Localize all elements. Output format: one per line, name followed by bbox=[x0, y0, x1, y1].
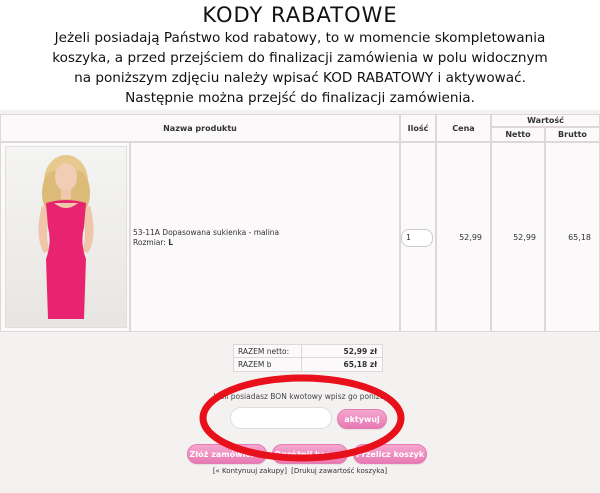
model-in-pink-dress-image bbox=[38, 155, 94, 319]
totals-row-net: RAZEM netto: 52,99 zł bbox=[233, 344, 383, 358]
page-title: KODY RABATOWE bbox=[202, 3, 398, 27]
totals-gross-value: 65,18 zł bbox=[343, 360, 377, 369]
cart-panel: Nazwa produktu Ilość Cena Wartość Netto … bbox=[0, 110, 600, 493]
table-header-quantity: Ilość bbox=[400, 114, 436, 142]
place-order-button[interactable]: Złóż zamówienie bbox=[187, 444, 267, 464]
product-name-link[interactable]: 53-11A Dopasowana sukienka - malina bbox=[133, 228, 279, 238]
instruction-header: KODY RABATOWE Jeżeli posiadają Państwo k… bbox=[0, 0, 600, 110]
recalculate-cart-button[interactable]: Przelicz koszyk bbox=[353, 444, 427, 464]
instruction-line-2: koszyka, a przed przejściem do finalizac… bbox=[52, 50, 548, 66]
totals-row-gross: RAZEM b 65,18 zł bbox=[233, 358, 383, 372]
activate-voucher-button[interactable]: aktywuj bbox=[337, 409, 387, 429]
instruction-line-4: Następnie można przejść do finalizacji z… bbox=[125, 90, 475, 106]
table-header-product: Nazwa produktu bbox=[0, 114, 400, 142]
instruction-line-3: na poniższym zdjęciu należy wpisać KOD R… bbox=[74, 70, 526, 86]
product-photo[interactable] bbox=[5, 146, 127, 328]
net-cell: 52,99 bbox=[491, 142, 545, 332]
table-header-net: Netto bbox=[491, 127, 545, 142]
product-size: Rozmiar: L bbox=[133, 238, 174, 247]
voucher-label: Jeśli posiadasz BON kwotowy wpisz go pon… bbox=[213, 392, 387, 401]
totals-table: RAZEM netto: 52,99 zł RAZEM b 65,18 zł bbox=[233, 344, 383, 372]
totals-net-label: RAZEM netto: bbox=[234, 345, 302, 357]
table-header-price: Cena bbox=[436, 114, 491, 142]
voucher-code-input[interactable] bbox=[230, 407, 332, 429]
table-header-gross: Brutto bbox=[545, 127, 600, 142]
instruction-line-1: Jeżeli posiadają Państwo kod rabatowy, t… bbox=[54, 30, 546, 46]
price-cell: 52,99 bbox=[436, 142, 491, 332]
totals-net-value: 52,99 zł bbox=[343, 346, 377, 356]
product-info: 53-11A Dopasowana sukienka - malina Rozm… bbox=[133, 228, 279, 248]
gross-cell: 65,18 bbox=[545, 142, 600, 332]
continue-shopping-link[interactable]: [« Kontynuuj zakupy] bbox=[213, 467, 287, 475]
print-cart-link[interactable]: [Drukuj zawartość koszyka] bbox=[291, 467, 387, 475]
table-header-value: Wartość bbox=[491, 114, 600, 127]
quantity-input[interactable]: 1 bbox=[401, 229, 433, 247]
cart-links: [« Kontynuuj zakupy] [Drukuj zawartość k… bbox=[0, 467, 600, 475]
totals-gross-label: RAZEM b bbox=[234, 358, 302, 371]
empty-cart-button[interactable]: Opróżnij koszyk bbox=[272, 444, 348, 464]
